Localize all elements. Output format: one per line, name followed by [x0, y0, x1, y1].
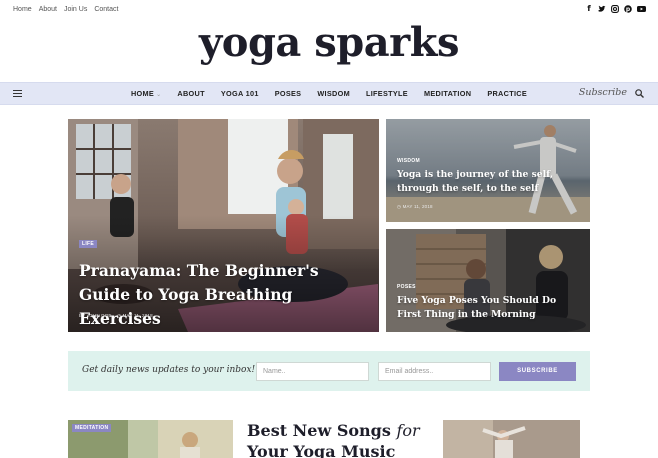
section-title[interactable]: Best New Songs for Your Yoga Music [247, 420, 420, 458]
category-badge[interactable]: MEDITATION [72, 424, 112, 432]
section-title-italic: for [396, 421, 420, 440]
newsletter-text: Get daily news updates to your inbox! [82, 365, 256, 375]
sidebar-post-image [443, 420, 580, 458]
nav-item-meditation[interactable]: MEDITATION [424, 89, 471, 98]
post-author[interactable]: BY JOHN DOE [79, 313, 112, 318]
sidebar-post-card[interactable] [443, 420, 580, 458]
top-links: Home About Join Us Contact [13, 6, 118, 13]
nav-item-home[interactable]: HOME ⌄ [131, 89, 161, 98]
social-icons: f p [585, 5, 646, 13]
clock-icon: ◷ [397, 204, 402, 209]
email-input[interactable]: Email address.. [378, 362, 491, 381]
category-badge[interactable]: LIFE [79, 240, 98, 248]
category-label[interactable]: WISDOM [397, 158, 420, 164]
featured-main-title[interactable]: Pranayama: The Beginner's Guide to Yoga … [79, 259, 369, 331]
name-input[interactable]: Name.. [256, 362, 369, 381]
side-top-title[interactable]: Yoga is the journey of the self, through… [397, 168, 582, 196]
post-meta: BY JOHN DOE ◷ MAY 11, 2018 [79, 313, 153, 319]
chevron-down-icon: ⌄ [156, 92, 162, 98]
side-bottom-title[interactable]: Five Yoga Poses You Should Do First Thin… [397, 294, 582, 322]
top-link-contact[interactable]: Contact [94, 6, 118, 13]
post-meta: ◷ MAY 11, 2018 [397, 204, 433, 210]
nav-item-lifestyle[interactable]: LIFESTYLE [366, 89, 408, 98]
top-link-join-us[interactable]: Join Us [64, 6, 87, 13]
pinterest-icon[interactable]: p [624, 5, 632, 13]
main-navigation: HOME ⌄ ABOUT YOGA 101 POSES WISDOM LIFEST… [0, 82, 658, 105]
top-link-about[interactable]: About [39, 6, 57, 13]
nav-menu: HOME ⌄ ABOUT YOGA 101 POSES WISDOM LIFEST… [0, 83, 658, 104]
post-date: MAY 11, 2018 [402, 204, 433, 209]
facebook-icon[interactable]: f [585, 5, 593, 13]
top-link-home[interactable]: Home [13, 6, 32, 13]
search-icon[interactable] [635, 89, 644, 98]
site-logo[interactable]: yoga sparks [0, 18, 658, 68]
clock-icon: ◷ [117, 313, 122, 318]
nav-item-home-label: HOME [130, 89, 155, 98]
twitter-icon[interactable] [598, 5, 606, 13]
post-date: MAY 11, 2018 [122, 313, 153, 318]
top-bar: Home About Join Us Contact f p [0, 0, 658, 20]
svg-text:p: p [626, 6, 631, 13]
category-label[interactable]: POSES [397, 284, 416, 290]
bottom-post-card[interactable]: MEDITATION [68, 420, 233, 458]
instagram-icon[interactable] [611, 5, 619, 13]
featured-side-top-post[interactable]: WISDOM Yoga is the journey of the self, … [386, 119, 590, 222]
section-title-line2: Your Yoga Music [247, 442, 396, 458]
subscribe-link[interactable]: Subscribe [579, 87, 627, 98]
featured-side-bottom-post[interactable]: POSES Five Yoga Poses You Should Do Firs… [386, 229, 590, 332]
newsletter-bar: Get daily news updates to your inbox! Na… [68, 351, 590, 391]
nav-item-poses[interactable]: POSES [275, 89, 302, 98]
nav-item-wisdom[interactable]: WISDOM [317, 89, 350, 98]
youtube-icon[interactable] [637, 5, 646, 13]
subscribe-button[interactable]: SUBSCRIBE [499, 362, 576, 381]
nav-item-yoga-101[interactable]: YOGA 101 [221, 89, 259, 98]
nav-item-practice[interactable]: PRACTICE [487, 89, 527, 98]
section-title-bold: Best New Songs [247, 421, 391, 440]
featured-main-post[interactable]: LIFE Pranayama: The Beginner's Guide to … [68, 119, 379, 332]
nav-item-about[interactable]: ABOUT [177, 89, 204, 98]
